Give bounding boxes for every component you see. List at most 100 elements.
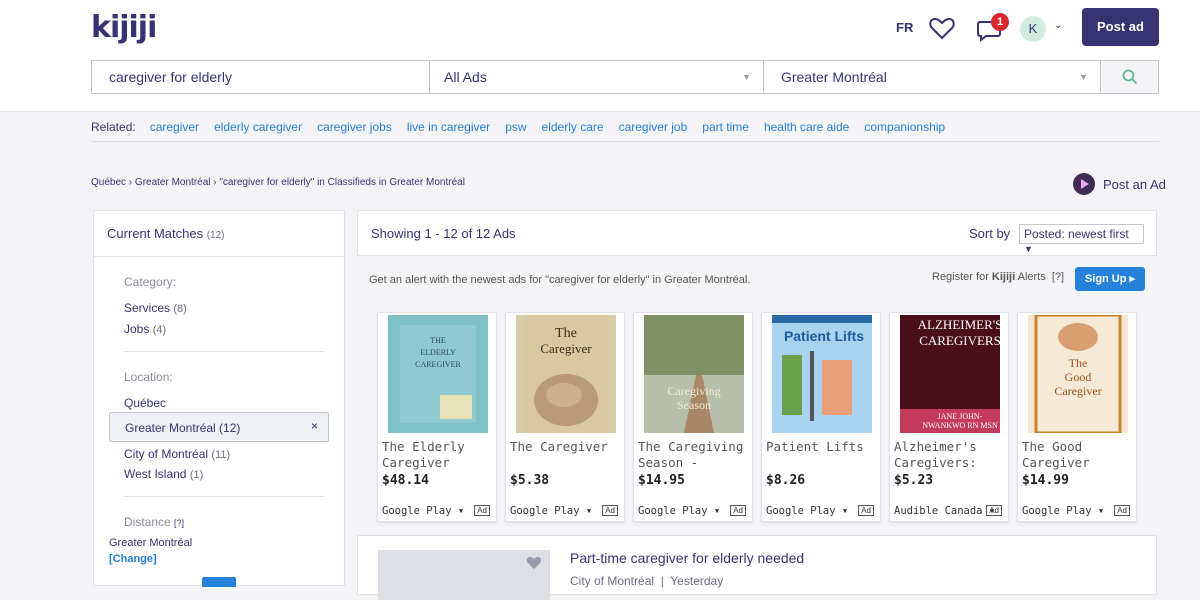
current-matches-header: Current Matches (12) (94, 211, 344, 257)
ad-badge: Ad (1114, 505, 1130, 516)
related-link[interactable]: elderly caregiver (214, 120, 302, 134)
svg-text:Good: Good (1065, 370, 1092, 384)
close-icon[interactable]: × (311, 419, 318, 433)
kijiji-logo[interactable]: kijiji (91, 10, 157, 45)
location-parent[interactable]: Québec (124, 396, 166, 410)
product-price: $8.26 (766, 473, 806, 488)
product-store[interactable]: Google Play ▾ (510, 505, 592, 517)
store-name: Google Play (382, 505, 452, 517)
related-link[interactable]: caregiver job (619, 120, 688, 134)
post-ad-button[interactable]: Post ad (1082, 8, 1159, 46)
chevron-down-icon[interactable]: ⌄ (1054, 20, 1062, 31)
book-cover-art: THE ELDERLY CAREGIVER (400, 325, 476, 423)
book-cover-art: ALZHEIMER'S CAREGIVERS JANE JOHN- NWANKW… (900, 315, 1000, 433)
related-link[interactable]: caregiver jobs (317, 120, 392, 134)
product-store[interactable]: Audible Canada ▾ (894, 505, 995, 517)
product-store[interactable]: Google Play ▾ (382, 505, 464, 517)
results-count: Showing 1 - 12 of 12 Ads (371, 226, 516, 241)
location-item[interactable]: City of Montréal (11) (124, 447, 230, 461)
ad-badge: Ad (858, 505, 874, 516)
book-cover-image: THE ELDERLY CAREGIVER (388, 315, 488, 433)
search-bar: caregiver for elderly All Ads ▼ Greater M… (91, 60, 1159, 94)
dropdown-arrow-icon: ▼ (1079, 72, 1088, 82)
product-card[interactable]: The Caregiver The Caregiver $5.38 Google… (505, 312, 625, 522)
category-label: Category: (124, 275, 177, 289)
store-name: Google Play (638, 505, 708, 517)
category-name: Services (124, 301, 171, 315)
sort-value: Posted: newest first (1024, 227, 1129, 241)
product-card[interactable]: THE ELDERLY CAREGIVER The Elderly Caregi… (377, 312, 497, 522)
product-store[interactable]: Google Play ▾ (1022, 505, 1104, 517)
favourite-heart-icon[interactable] (526, 556, 542, 570)
product-title: The Elderly Caregiver (382, 439, 465, 470)
dropdown-arrow-icon: ▾ (841, 505, 849, 517)
breadcrumb[interactable]: Québec › Greater Montréal › "caregiver f… (91, 177, 465, 188)
book-cover-art: The Good Caregiver (1034, 315, 1122, 433)
post-an-ad-link[interactable]: Post an Ad (1073, 173, 1166, 195)
category-item[interactable]: Services (8) (124, 301, 187, 315)
dropdown-arrow-icon: ▾ (1097, 505, 1105, 517)
product-title: The Caregiver (510, 439, 608, 454)
divider (124, 496, 324, 497)
book-cover-image: The Caregiver (516, 315, 616, 433)
product-card[interactable]: ALZHEIMER'S CAREGIVERS JANE JOHN- NWANKW… (889, 312, 1009, 522)
ad-badge: Ad (474, 505, 490, 516)
product-store[interactable]: Google Play ▾ (638, 505, 720, 517)
product-store[interactable]: Google Play ▾ (766, 505, 848, 517)
search-button[interactable] (1101, 61, 1158, 93)
category-count: (4) (152, 324, 167, 336)
location-select[interactable]: Greater Montréal ▼ (764, 61, 1101, 93)
distance-help[interactable]: [?] (174, 518, 184, 528)
listing-card[interactable]: Part-time caregiver for elderly needed C… (357, 535, 1157, 600)
language-toggle[interactable]: FR (896, 20, 913, 35)
svg-text:NWANKWO RN MSN: NWANKWO RN MSN (922, 421, 998, 430)
related-link[interactable]: caregiver (150, 120, 199, 134)
post-an-ad-label: Post an Ad (1103, 176, 1166, 192)
product-card[interactable]: The Good Caregiver The Good Caregiver $1… (1017, 312, 1137, 522)
header: kijiji FR 1 K ⌄ Post ad caregiver for el… (0, 0, 1200, 112)
related-link[interactable]: companionship (864, 120, 945, 134)
register-prefix: Register for (932, 271, 989, 283)
distance-change-link[interactable]: [Change] (109, 553, 157, 565)
register-alerts: Register for Kijiji Alerts [?] (932, 271, 1064, 283)
sort-label: Sort by (969, 226, 1011, 241)
location-name: West Island (124, 467, 187, 481)
category-item[interactable]: Jobs (4) (124, 322, 166, 336)
svg-text:JANE JOHN-: JANE JOHN- (938, 412, 983, 421)
product-title: Patient Lifts (766, 439, 864, 454)
related-link[interactable]: live in caregiver (407, 120, 490, 134)
svg-text:Season: Season (677, 398, 711, 412)
book-cover-art: The Caregiver (524, 315, 608, 433)
current-matches-count: (12) (206, 230, 225, 241)
selected-location-chip[interactable]: Greater Montréal (12) × (109, 412, 329, 442)
signup-button[interactable]: Sign Up ▸ (1075, 267, 1145, 291)
book-cover-image: Patient Lifts (772, 315, 872, 433)
user-avatar[interactable]: K (1020, 16, 1046, 42)
product-card[interactable]: Caregiving Season The Caregiving Season … (633, 312, 753, 522)
location-item[interactable]: West Island (1) (124, 467, 203, 481)
search-input[interactable]: caregiver for elderly (92, 61, 430, 93)
product-title: The Good Caregiver (1022, 439, 1090, 470)
book-cover-art: Patient Lifts (772, 315, 872, 433)
svg-text:Patient Lifts: Patient Lifts (784, 328, 864, 344)
product-card[interactable]: Patient Lifts Patient Lifts $8.26 Google… (761, 312, 881, 522)
post-ad-icon (1073, 173, 1095, 195)
search-icon (1122, 69, 1137, 85)
svg-text:Caregiver: Caregiver (1054, 384, 1101, 398)
related-link[interactable]: health care aide (764, 120, 849, 134)
related-link[interactable]: part time (702, 120, 749, 134)
store-name: Google Play (1022, 505, 1092, 517)
ad-badge: Ad (986, 505, 1002, 516)
listing-title[interactable]: Part-time caregiver for elderly needed (570, 550, 804, 566)
store-name: Google Play (766, 505, 836, 517)
sort-select[interactable]: Posted: newest first ▼ (1019, 224, 1144, 254)
category-name: Jobs (124, 322, 150, 336)
category-value: All Ads (444, 69, 487, 85)
favourites-heart-icon[interactable] (929, 16, 955, 40)
register-help[interactable]: [?] (1052, 271, 1064, 283)
listing-image[interactable] (378, 550, 550, 600)
current-matches-title: Current Matches (107, 226, 204, 241)
related-link[interactable]: psw (505, 120, 526, 134)
category-select[interactable]: All Ads ▼ (430, 61, 764, 93)
related-link[interactable]: elderly care (542, 120, 604, 134)
